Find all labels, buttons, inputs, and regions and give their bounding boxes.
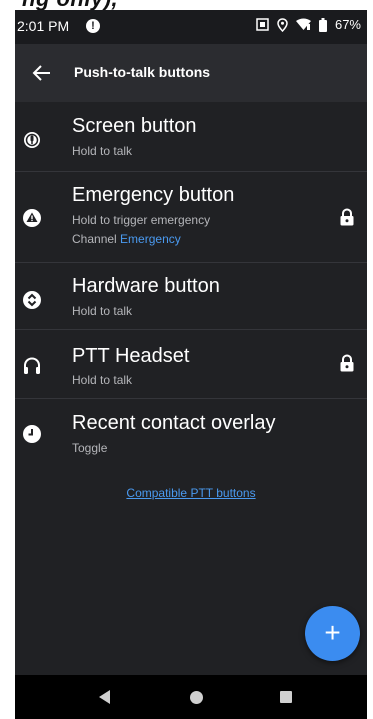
page-title: Push-to-talk buttons — [74, 64, 211, 80]
item-subtitle: Hold to talk — [72, 144, 133, 158]
item-channel: Channel Emergency — [72, 232, 181, 246]
list-item-screen-button[interactable]: Screen button Hold to talk — [15, 102, 367, 172]
compatible-ptt-buttons-link[interactable]: Compatible PTT buttons — [15, 486, 367, 500]
back-arrow-icon[interactable] — [31, 62, 53, 84]
item-title: Screen button — [72, 115, 197, 137]
list-item-recent-contact-overlay[interactable]: Recent contact overlay Toggle — [15, 399, 367, 469]
item-subtitle: Hold to trigger emergency — [72, 213, 211, 227]
headset-icon — [24, 357, 40, 374]
battery-percent: 67% — [334, 17, 361, 32]
status-bar: 2:01 PM ! 67% — [15, 10, 367, 44]
item-subtitle: Hold to talk — [72, 304, 133, 318]
nav-recents-icon[interactable] — [280, 691, 292, 703]
list-item-ptt-headset[interactable]: PTT Headset Hold to talk — [15, 330, 367, 399]
app-bar: Push-to-talk buttons — [15, 44, 367, 102]
ptt-button-list: Screen button Hold to talk Emergency but… — [15, 102, 367, 469]
list-item-emergency-button[interactable]: Emergency button Hold to trigger emergen… — [15, 172, 367, 263]
battery-icon — [318, 17, 327, 32]
lock-icon — [340, 208, 354, 226]
nav-home-icon[interactable] — [190, 691, 203, 704]
phone-screen: 2:01 PM ! 67% Push-to-talk buttons Scree… — [15, 10, 367, 719]
up-down-circle-icon — [23, 291, 41, 309]
alert-icon: ! — [86, 19, 100, 33]
channel-value-link[interactable]: Emergency — [120, 232, 181, 246]
system-nav-bar — [15, 675, 367, 719]
channel-label: Channel — [72, 232, 117, 246]
item-subtitle: Hold to talk — [72, 373, 133, 387]
item-title: Emergency button — [72, 184, 235, 206]
lock-icon — [340, 354, 354, 372]
nav-back-icon[interactable] — [99, 690, 110, 704]
item-title: PTT Headset — [72, 345, 190, 367]
status-time: 2:01 PM — [17, 18, 70, 34]
item-title: Recent contact overlay — [72, 412, 276, 434]
clock-icon — [23, 425, 41, 443]
add-button[interactable]: + — [305, 606, 360, 661]
warning-icon — [23, 209, 41, 227]
location-icon — [277, 17, 288, 32]
list-item-hardware-button[interactable]: Hardware button Hold to talk — [15, 263, 367, 330]
status-icons: 67% — [256, 17, 361, 32]
item-subtitle: Toggle — [72, 441, 108, 455]
mic-circle-icon — [24, 132, 40, 148]
item-title: Hardware button — [72, 275, 220, 297]
wifi-icon — [295, 18, 311, 30]
screen-cast-icon — [256, 18, 269, 31]
